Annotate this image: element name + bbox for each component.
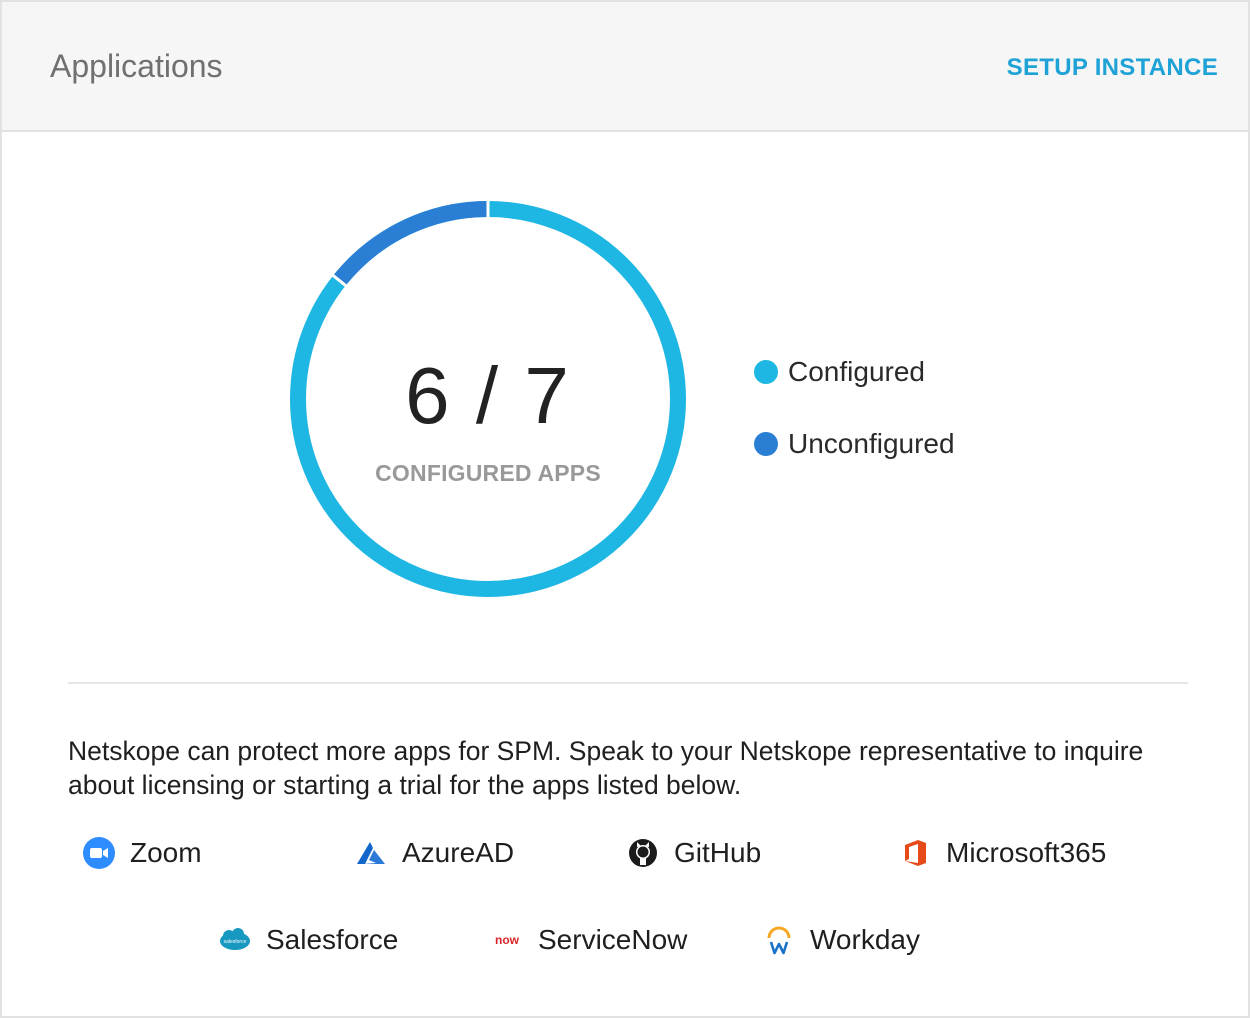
salesforce-icon-text: salesforce (224, 939, 247, 945)
legend-item-unconfigured[interactable]: Unconfigured (754, 426, 955, 462)
workday-icon (762, 923, 796, 957)
azure-icon (354, 836, 388, 870)
github-icon (626, 836, 660, 870)
chart-legend: Configured Unconfigured (754, 354, 955, 498)
microsoft365-icon (898, 836, 932, 870)
unconfigured-dot (754, 432, 778, 456)
app-label: Workday (810, 924, 920, 955)
app-azuread: AzureAD (354, 833, 514, 873)
app-github: GitHub (626, 833, 761, 873)
app-label: ServiceNow (538, 924, 688, 955)
app-label: GitHub (674, 837, 762, 868)
section-divider (68, 682, 1188, 684)
card-header: Applications SETUP INSTANCE (2, 2, 1248, 132)
app-label: Salesforce (266, 924, 399, 955)
zoom-icon (82, 836, 116, 870)
card-title: Applications (50, 48, 223, 84)
legend-item-configured[interactable]: Configured (754, 354, 955, 390)
app-label: Microsoft365 (946, 837, 1107, 868)
app-workday: Workday (762, 920, 920, 960)
app-label: AzureAD (402, 837, 515, 868)
app-salesforce: salesforce Salesforce (218, 920, 398, 960)
app-microsoft365: Microsoft365 (898, 833, 1106, 873)
configured-count: 6 / 7 (405, 351, 571, 440)
setup-instance-button[interactable]: SETUP INSTANCE (1007, 54, 1218, 82)
servicenow-icon: now (490, 923, 524, 957)
legend-label: Unconfigured (788, 428, 955, 459)
upsell-message: Netskope can protect more apps for SPM. … (68, 736, 1144, 800)
salesforce-icon: salesforce (218, 923, 252, 957)
applications-card: Applications SETUP INSTANCE 6 / 7 CONFIG… (0, 0, 1250, 1018)
app-label: Zoom (130, 837, 202, 868)
legend-label: Configured (788, 356, 925, 387)
configured-dot (754, 360, 778, 384)
servicenow-icon-text: now (495, 933, 520, 947)
configured-caption: CONFIGURED APPS (375, 460, 601, 486)
app-servicenow: now ServiceNow (490, 920, 687, 960)
unconfigured-segment[interactable] (333, 201, 489, 286)
app-zoom: Zoom (82, 833, 202, 873)
